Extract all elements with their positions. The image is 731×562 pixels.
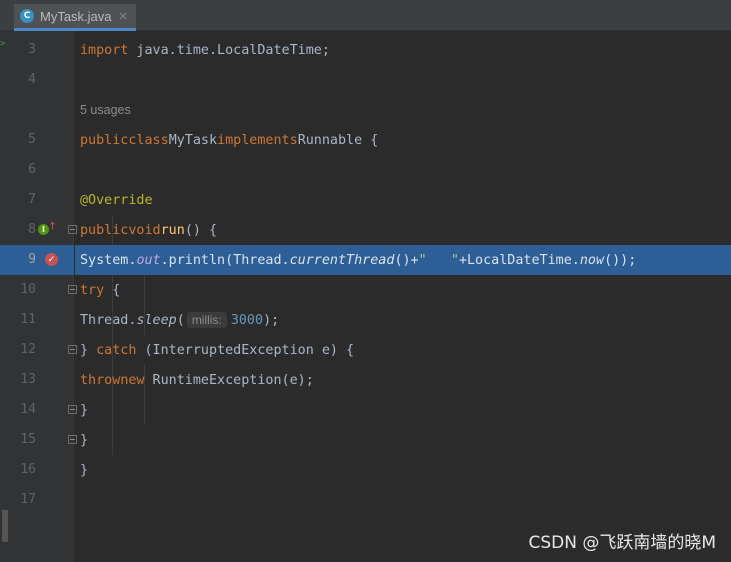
code-text: } (80, 432, 89, 448)
close-icon[interactable]: ✕ (119, 10, 128, 23)
code-line-12[interactable]: } catch (InterruptedException e) { (75, 335, 731, 365)
code-line-11[interactable]: Thread. sleep(millis: 3000); (75, 305, 731, 335)
code-text: { (104, 282, 121, 298)
line-number-current: 9 (28, 252, 36, 267)
line-number: 14 (20, 402, 36, 417)
watermark: CSDN @飞跃南墙的晓M (528, 533, 716, 553)
keyword: public (80, 222, 129, 238)
keyword: public (80, 132, 129, 148)
code-line-8[interactable]: public void run() { (75, 215, 731, 245)
usages-hint[interactable]: 5 usages (80, 100, 131, 120)
code-text: ()); (604, 252, 637, 268)
line-number: 4 (28, 72, 36, 87)
code-text: (InterruptedException e) { (136, 342, 355, 358)
code-text: System. (80, 252, 137, 268)
scroll-marker[interactable] (2, 510, 8, 542)
line-number: 7 (28, 192, 36, 207)
tab-mytask-java[interactable]: C MyTask.java ✕ (14, 4, 136, 31)
code-text: } (80, 462, 89, 478)
static-method: now (579, 252, 605, 268)
keyword: catch (96, 342, 137, 358)
keyword: import (80, 42, 129, 58)
static-field: out (136, 252, 161, 268)
code-text: () { (184, 222, 218, 238)
code-text: ()+ (394, 252, 419, 268)
keyword: void (128, 222, 161, 238)
line-number: 10 (20, 282, 36, 297)
static-method: sleep (136, 312, 177, 328)
class-name: MyTask (168, 132, 218, 148)
keyword: implements (217, 132, 298, 148)
line-number: 8 (28, 222, 36, 237)
editor-gutter[interactable]: > 3 4 5 6 7 8 9 10 11 12 13 14 15 16 17 … (0, 31, 77, 562)
line-number: 5 (28, 132, 36, 147)
editor-tab-bar: C MyTask.java ✕ (0, 0, 731, 31)
arrow-up-icon[interactable]: ↑ (48, 220, 57, 233)
code-text: } (80, 342, 97, 358)
parameter-hint: millis: (186, 312, 227, 328)
line-number: 15 (20, 432, 36, 447)
code-text: } (80, 402, 89, 418)
code-line-15[interactable]: } (75, 425, 731, 455)
code-text: ); (263, 312, 280, 328)
code-text: +LocalDateTime. (458, 252, 580, 268)
line-number: 12 (20, 342, 36, 357)
code-editor[interactable]: import java.time.LocalDateTime; 5 usages… (75, 31, 731, 562)
keyword: throw (80, 372, 121, 388)
method-name: run (160, 222, 185, 238)
keyword: class (128, 132, 169, 148)
java-class-icon: C (20, 9, 34, 23)
keyword: try (80, 282, 105, 298)
code-line-13[interactable]: throw new RuntimeException(e); (75, 365, 731, 395)
code-text: .println(Thread. (160, 252, 290, 268)
code-line-10[interactable]: try { (75, 275, 731, 305)
code-text: { (362, 132, 379, 148)
string-literal: " " (418, 252, 459, 268)
interface-name: Runnable (297, 132, 363, 148)
tab-label: MyTask.java (40, 8, 112, 24)
line-number: 11 (20, 312, 36, 327)
code-line-9-highlighted[interactable]: System. out .println(Thread. currentThread(… (75, 245, 731, 275)
code-line-7[interactable]: @Override (75, 185, 731, 215)
code-line-16[interactable]: } (75, 455, 731, 485)
line-number: 6 (28, 162, 36, 177)
code-text: java.time.LocalDateTime; (128, 42, 330, 58)
code-text: ( (176, 312, 185, 328)
line-number: 16 (20, 462, 36, 477)
line-number: 13 (20, 372, 36, 387)
code-line-14[interactable]: } (75, 395, 731, 425)
annotation: @Override (80, 192, 153, 208)
code-text: Thread. (80, 312, 137, 328)
code-text: RuntimeException(e); (144, 372, 314, 388)
number-literal: 3000 (230, 312, 264, 328)
keyword: new (120, 372, 145, 388)
code-line-3[interactable]: import java.time.LocalDateTime; (75, 35, 731, 65)
code-line-5[interactable]: public class MyTask implements Runnable … (75, 125, 731, 155)
line-number: 3 (28, 42, 36, 57)
breakpoint-icon[interactable]: ✓ (45, 253, 58, 266)
static-method: currentThread (289, 252, 395, 268)
